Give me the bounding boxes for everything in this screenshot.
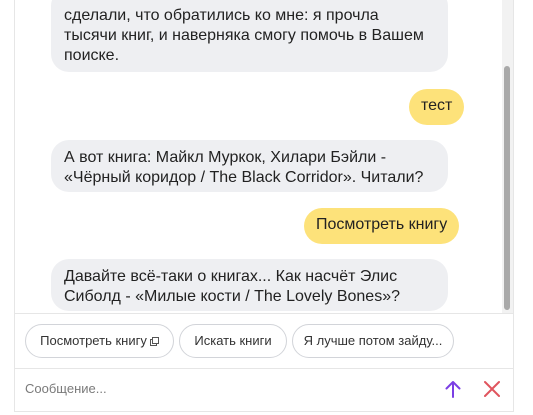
bot-message: А вот книга: Майкл Муркок, Хилари Бэйли … (51, 140, 448, 192)
message-line: Сиболд - «Милые кости / The Lovely Bones… (64, 288, 400, 305)
message-line: А вот книга: Майкл Муркок, Хилари Бэйли … (64, 149, 387, 166)
page: сделали, что обратились ко мне: я прочла… (0, 0, 533, 415)
message-text: Посмотреть книгу (316, 216, 448, 233)
external-link-icon (149, 326, 159, 358)
composer (15, 369, 513, 409)
close-button[interactable] (481, 378, 503, 400)
scrollbar-thumb[interactable] (504, 66, 510, 310)
suggestion-later-button[interactable]: Я лучше потом зайду... (292, 324, 454, 358)
message-text: тест (421, 97, 453, 114)
chat-window: сделали, что обратились ко мне: я прочла… (14, 0, 514, 412)
user-message: Посмотреть книгу (304, 208, 460, 244)
divider (15, 313, 513, 314)
send-button[interactable] (442, 378, 464, 400)
message-line: Давайте всё-таки о книгах... Как насчёт … (64, 268, 398, 285)
message-line: «Чёрный коридор / The Black Corridor». Ч… (64, 169, 424, 186)
message-line: поиске. (64, 47, 120, 64)
user-message: тест (409, 89, 465, 125)
suggestion-search-books-button[interactable]: Искать книги (179, 324, 287, 358)
chip-label: Искать книги (194, 333, 272, 348)
message-line: тысячи книг, и наверняка смогу помочь в … (64, 27, 424, 44)
suggestion-view-book-button[interactable]: Посмотреть книгу (25, 324, 174, 358)
arrow-up-icon (442, 381, 464, 404)
message-input[interactable] (25, 378, 425, 398)
message-list[interactable]: сделали, что обратились ко мне: я прочла… (15, 0, 513, 313)
chip-label: Я лучше потом зайду... (303, 333, 443, 348)
message-line: сделали, что обратились ко мне: я прочла (64, 7, 379, 24)
chip-label: Посмотреть книгу (40, 333, 147, 348)
close-icon (481, 381, 503, 404)
bot-message: Давайте всё-таки о книгах... Как насчёт … (51, 259, 448, 311)
bot-message: сделали, что обратились ко мне: я прочла… (51, 0, 448, 72)
